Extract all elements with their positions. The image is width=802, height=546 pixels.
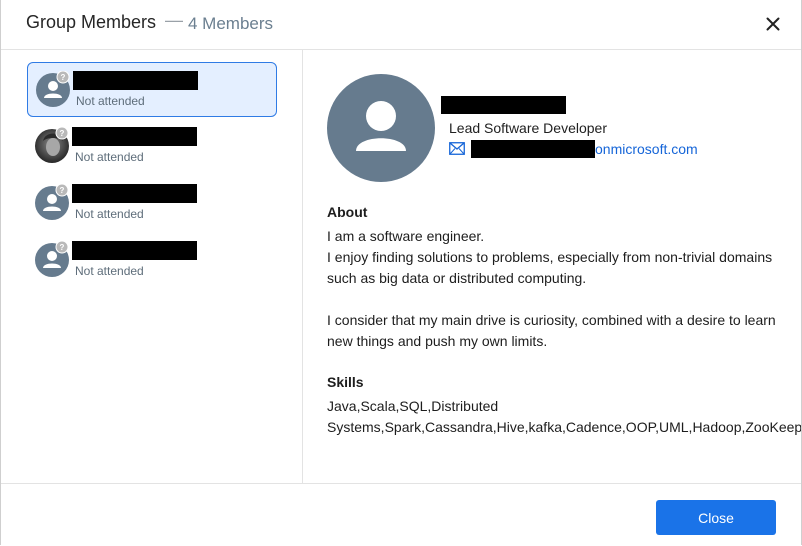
- redacted-name: [73, 71, 198, 90]
- dialog-footer: Close: [1, 483, 801, 546]
- member-list: ? Not attended ? Not attended ? Not atte…: [1, 50, 303, 483]
- member-count: 4 Members: [188, 14, 274, 33]
- member-status: Not attended: [76, 94, 145, 108]
- user-avatar-icon: ?: [35, 184, 69, 220]
- about-line: I consider that my main drive is curiosi…: [327, 312, 776, 328]
- svg-text:?: ?: [60, 243, 65, 252]
- skills-line: Systems,Spark,Cassandra,Hive,kafka,Caden…: [327, 419, 801, 435]
- group-members-dialog: Group Members — 4 Members ? Not attended: [0, 0, 802, 545]
- redacted-name: [72, 241, 197, 260]
- close-button[interactable]: Close: [656, 500, 776, 535]
- close-icon[interactable]: [761, 12, 785, 36]
- job-title: Lead Software Developer: [449, 120, 607, 136]
- about-heading: About: [327, 204, 368, 220]
- dialog-title: Group Members: [26, 12, 157, 32]
- about-line: I am a software engineer.: [327, 228, 485, 244]
- skills-heading: Skills: [327, 374, 364, 390]
- member-profile: Lead Software Developer onmicrosoft.com …: [303, 50, 801, 483]
- redacted-name: [72, 127, 197, 146]
- redacted-name: [72, 184, 197, 203]
- redacted-email: [471, 140, 595, 158]
- svg-text:?: ?: [60, 186, 65, 195]
- skills-line: Java,Scala,SQL,Distributed: [327, 398, 499, 414]
- dialog-header: Group Members — 4 Members: [1, 0, 801, 50]
- about-line: new things and push my own limits.: [327, 333, 548, 349]
- email-link[interactable]: onmicrosoft.com: [595, 141, 698, 157]
- member-item[interactable]: ? Not attended: [27, 119, 277, 174]
- user-avatar-icon: ?: [35, 241, 69, 277]
- user-avatar-icon: ?: [36, 71, 70, 107]
- member-item[interactable]: ? Not attended: [27, 62, 277, 117]
- member-item[interactable]: ? Not attended: [27, 233, 277, 288]
- about-line: such as big data or distributed computin…: [327, 270, 587, 286]
- redacted-profile-name: [441, 96, 566, 114]
- member-item[interactable]: ? Not attended: [27, 176, 277, 231]
- mail-icon: [449, 142, 465, 155]
- member-status: Not attended: [75, 150, 144, 164]
- svg-text:?: ?: [60, 129, 65, 138]
- member-status: Not attended: [75, 264, 144, 278]
- svg-text:?: ?: [61, 73, 66, 82]
- profile-avatar-icon: [327, 74, 435, 182]
- title-separator: —: [165, 10, 183, 30]
- about-line: I enjoy finding solutions to problems, e…: [327, 249, 773, 265]
- member-status: Not attended: [75, 207, 144, 221]
- user-photo-avatar: ?: [35, 127, 69, 163]
